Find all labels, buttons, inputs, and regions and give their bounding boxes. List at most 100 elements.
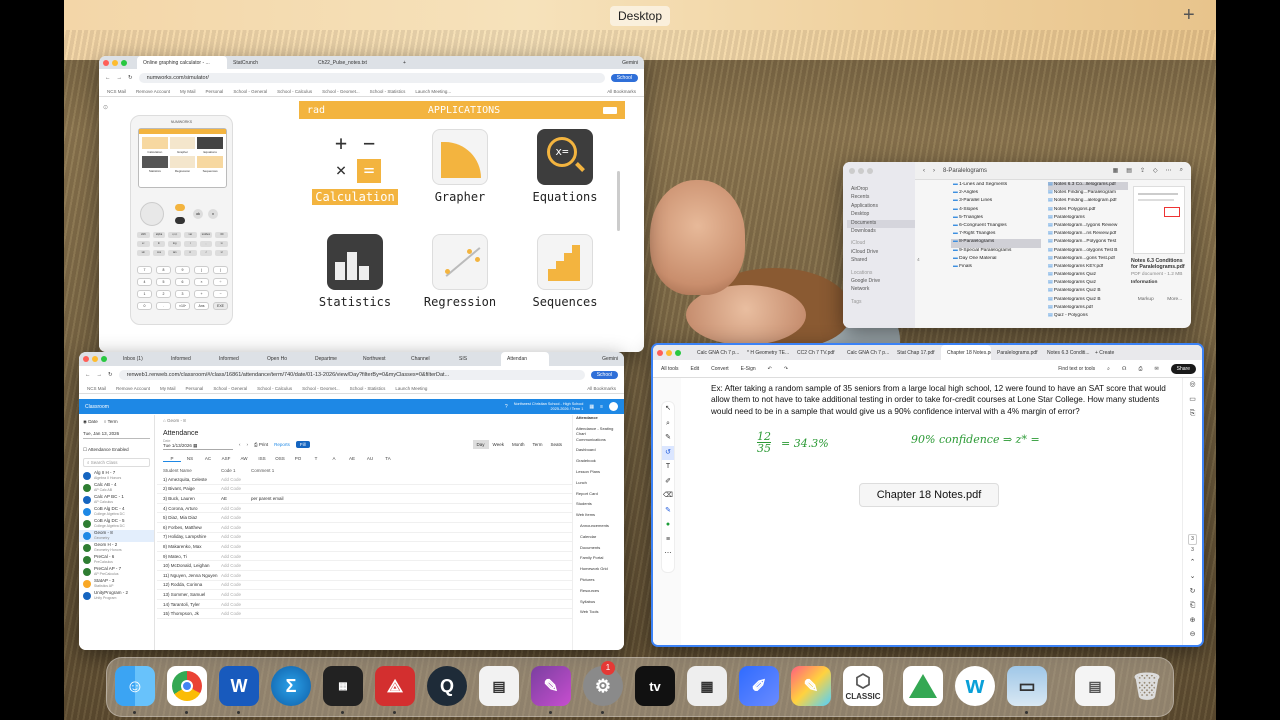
class-list-item[interactable]: CoB Alg DC - 4 College Algebra DC [79, 506, 154, 518]
bookmark[interactable]: Personal [206, 89, 224, 94]
bookmark[interactable]: School - Calculus [257, 386, 292, 391]
attendance-code[interactable]: T [307, 456, 325, 462]
pdf-tab[interactable]: Chapter 18 Notes.pdf [941, 345, 991, 360]
side-menu-item[interactable]: Family Portal [576, 555, 624, 566]
page-down-icon[interactable]: ⌄ [1183, 570, 1202, 585]
class-list-item[interactable]: PreCal AP - 7 AP PreCalculus [79, 566, 154, 578]
eraser-tool-icon[interactable]: ⌫ [662, 489, 674, 504]
calculator-key[interactable]: ×10ˣ [175, 302, 190, 310]
side-menu-item[interactable]: Announcements [576, 523, 624, 534]
file-item[interactable]: ▤ Paralelogram...ns Review.pdf [1048, 231, 1128, 239]
gemini-button[interactable]: Gemini [596, 352, 624, 366]
pdf-tab[interactable]: Notes 6.3 Conditi... [1041, 345, 1091, 360]
bookmark[interactable]: Launch Meeting... [415, 89, 451, 94]
side-menu-item[interactable]: Syllabus [576, 599, 624, 610]
app-regression[interactable]: Regression [410, 234, 510, 310]
finder-icon[interactable]: ☺ [115, 666, 155, 706]
bookmark[interactable]: Personal [186, 386, 204, 391]
folder-item[interactable]: ▬ 8-Paralelograms [951, 239, 1041, 248]
calculator-key[interactable]: √ [199, 250, 213, 256]
file-item[interactable]: ▤ Paralelogram...olygons Test B [1048, 248, 1128, 256]
menu-esign[interactable]: E-Sign [741, 366, 756, 372]
chrome-icon[interactable] [167, 666, 207, 706]
file-item[interactable]: ▤ Paralelograms Quiz [1048, 272, 1128, 280]
search-icon[interactable]: ⌕ [1180, 167, 1183, 174]
code-cell[interactable]: Add Code [221, 554, 251, 559]
file-item[interactable]: ▤ Paralelograms Quiz B [1048, 297, 1128, 305]
headphones-icon[interactable]: ☊ [1122, 366, 1126, 372]
select-tool-icon[interactable]: ↖ [662, 402, 674, 417]
column-header[interactable]: Code 1 [221, 468, 251, 473]
folder-item[interactable]: ▬ 4-Slopes [951, 207, 1041, 215]
class-list-item[interactable]: Geom H - 2 Geometry Honors [79, 542, 154, 554]
lasso-tool-icon[interactable]: ↺ [662, 445, 674, 460]
zoom-icon[interactable] [101, 356, 107, 362]
back-icon[interactable]: ← [105, 75, 111, 81]
bookmark[interactable]: Remove Account [116, 386, 150, 391]
line-weight-icon[interactable]: ≡ [662, 533, 674, 548]
folder-item[interactable]: ▬ 7-Right Triangles [951, 231, 1041, 239]
app-equations[interactable]: x= Equations [515, 129, 615, 205]
pdf-tab[interactable]: * H Geometry TE... [741, 345, 791, 360]
file-item[interactable]: ▤ Paralelograms.pdf [1048, 305, 1128, 313]
file-item[interactable]: ▤ Paralelogram...gons Test.pdf [1048, 256, 1128, 264]
calculator-key[interactable]: 0 [137, 302, 152, 310]
menu-icon[interactable]: ≡ [600, 404, 603, 410]
calculator-icon[interactable]: ▦ [323, 666, 363, 706]
tab-day[interactable]: Day [472, 440, 489, 449]
sidebar-item[interactable]: Downloads [851, 228, 915, 236]
side-menu-item[interactable]: Students [576, 501, 624, 512]
refresh-icon[interactable]: ↻ [1183, 585, 1202, 600]
ai-assistant-icon[interactable]: ◎ [1183, 378, 1202, 393]
browser-tab[interactable]: Departme [309, 352, 357, 366]
tab-seats[interactable]: Seats [546, 440, 566, 449]
tab-week[interactable]: Week [489, 440, 508, 449]
side-menu-item[interactable]: Web Tools [576, 609, 624, 620]
code-cell[interactable]: Add Code [221, 534, 251, 539]
code-cell[interactable]: Add Code [221, 525, 251, 530]
app-calculation[interactable]: + − × = Calculation [305, 129, 405, 205]
arrow-pad[interactable] [140, 202, 164, 226]
attendance-code[interactable]: P [163, 456, 181, 462]
gemini-button[interactable]: Gemini [616, 56, 644, 69]
reports-button[interactable]: Reports [274, 442, 290, 447]
side-menu-item[interactable]: Homework Grid [576, 566, 624, 577]
code-cell[interactable]: Add Code [221, 486, 251, 491]
highlight-tool-icon[interactable]: ✐ [662, 475, 674, 490]
date-select[interactable]: Tue, Jan 13, 2026 [83, 429, 150, 439]
calculator-key[interactable]: x² [215, 250, 228, 256]
calculator-key[interactable]: eˣ [137, 241, 150, 247]
sidebar-item[interactable]: iCloud Drive [851, 249, 915, 257]
class-list-item[interactable]: StatAP - 3 Statistics AP [79, 578, 154, 590]
comment-icon[interactable]: ▭ [1183, 393, 1202, 408]
menu-edit[interactable]: Edit [691, 366, 700, 372]
apple-tv-icon[interactable]: tv [635, 666, 675, 706]
reload-icon[interactable]: ↻ [108, 372, 113, 378]
zoom-out-icon[interactable]: ⊖ [1183, 628, 1202, 643]
app-statistics[interactable]: Statistics [305, 234, 405, 310]
side-menu-item[interactable]: Attendance [576, 415, 624, 426]
file-item[interactable]: ▤ Paralelograms KEY.pdf [1048, 264, 1128, 272]
file-item[interactable]: ▤ Notes Polygons.pdf [1048, 207, 1128, 215]
class-list-item[interactable]: UnityProgram - 2 Unity Program [79, 590, 154, 602]
side-menu-item[interactable]: Lesson Plans [576, 469, 624, 480]
side-menu-item[interactable]: Gradebook [576, 458, 624, 469]
code-cell[interactable]: Add Code [221, 592, 251, 597]
tag-icon[interactable]: ◇ [1153, 167, 1158, 174]
side-menu-item[interactable]: Report Card [576, 491, 624, 502]
attendance-code[interactable]: OSS [271, 456, 289, 462]
class-list-item[interactable]: Alg II H - 7 Algebra II Honors [79, 470, 154, 482]
undo-icon[interactable]: ↶ [768, 366, 772, 372]
calculator-key[interactable]: cos [152, 250, 166, 256]
calculator-key[interactable]: 9 [175, 266, 190, 274]
pdf-tab[interactable]: CC2 Ch 7 TV.pdf [791, 345, 841, 360]
calculator-key[interactable]: 6 [175, 278, 190, 286]
calculator-key[interactable]: EXE [213, 302, 228, 310]
bookmark[interactable]: School - Statistics [370, 89, 406, 94]
calculator-key[interactable]: − [213, 290, 228, 298]
minimize-icon[interactable] [92, 356, 98, 362]
minimize-icon[interactable] [858, 168, 864, 174]
calculator-key[interactable]: ( [194, 266, 209, 274]
attendance-code[interactable]: AU [361, 456, 379, 462]
profile-button[interactable]: School [610, 73, 638, 82]
